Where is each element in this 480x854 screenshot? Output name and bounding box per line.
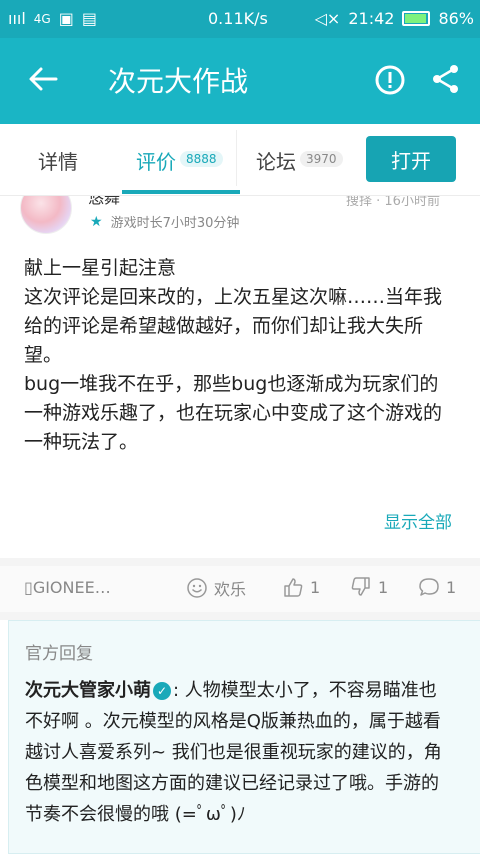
- open-button[interactable]: 打开: [366, 136, 456, 182]
- official-reply-label: 官方回复: [25, 644, 93, 664]
- star-icon: ★: [90, 213, 103, 230]
- comment-button[interactable]: 1: [418, 576, 456, 598]
- report-icon[interactable]: [374, 64, 406, 96]
- active-tab-indicator: [122, 190, 240, 194]
- page-title: 次元大作战: [108, 65, 249, 98]
- show-all-link[interactable]: 显示全部: [384, 508, 452, 533]
- smile-icon: [187, 578, 207, 598]
- sim-icon: ▤: [81, 9, 97, 28]
- image-icon: ▣: [58, 9, 74, 28]
- emotion-button[interactable]: 欢乐: [186, 576, 246, 600]
- verified-icon: ✓: [153, 682, 171, 700]
- like-button[interactable]: 1: [282, 576, 320, 598]
- back-arrow-icon[interactable]: [26, 62, 60, 96]
- comment-count: 1: [446, 577, 457, 597]
- official-reply: 官方回复 次元大管家小萌 ✓: 人物模型太小了，不容易瞄准也不好啊 。次元模型的风…: [8, 620, 480, 854]
- device-name: GIONEE…: [32, 578, 111, 597]
- tab-label: 详情: [38, 150, 78, 174]
- tab-reviews[interactable]: 评价 8888: [136, 146, 223, 175]
- divider: [0, 612, 480, 620]
- review-meta: 搜择 · 16小时前: [346, 196, 440, 209]
- battery-fill: [405, 14, 427, 23]
- review-line: 这次评论是回来改的，上次五星这次嘛……当年我给的评论是希望越做越好，而你们却让我…: [24, 286, 443, 366]
- battery-percent: 86%: [438, 9, 474, 28]
- official-reply-body: 次元大管家小萌 ✓: 人物模型太小了，不容易瞄准也不好啊 。次元模型的风格是Q版兼…: [25, 675, 451, 830]
- dislike-count: 1: [378, 577, 389, 597]
- tab-forum[interactable]: 论坛 3970: [256, 146, 343, 175]
- tab-bar: 详情 评价 8888 论坛 3970 打开: [0, 124, 480, 196]
- dislike-button[interactable]: 1: [350, 576, 388, 598]
- official-reply-text: : 人物模型太小了，不容易瞄准也不好啊 。次元模型的风格是Q版兼热血的，属于越看…: [25, 680, 442, 825]
- thumbs-up-icon: [284, 578, 303, 597]
- review-author[interactable]: 悠舞: [88, 196, 120, 208]
- share-icon[interactable]: [430, 63, 462, 95]
- battery-icon: [402, 11, 431, 26]
- review-actions: ▯GIONEE… 欢乐 1 1 1: [0, 566, 480, 612]
- official-name[interactable]: 次元大管家小萌: [25, 680, 151, 701]
- network-type: 4G: [33, 11, 51, 26]
- phone-icon: ▯: [24, 578, 33, 597]
- review-card: 悠舞 搜择 · 16小时前 ★ 游戏时长7小时30分钟 献上一星引起注意 这次评…: [0, 196, 480, 558]
- comment-icon: [419, 578, 439, 596]
- like-count: 1: [310, 577, 321, 597]
- review-line: bug一堆我不在乎，那些bug也逐渐成为玩家们的一种游戏乐趣了，也在玩家心中变成…: [24, 373, 443, 453]
- tab-divider: [236, 130, 237, 186]
- review-content: 献上一星引起注意 这次评论是回来改的，上次五星这次嘛……当年我给的评论是希望越做…: [24, 254, 456, 457]
- mute-icon: ◁×: [314, 9, 341, 28]
- signal-icon: ıııl: [8, 9, 26, 28]
- tab-label: 论坛: [256, 150, 296, 174]
- playtime: ★ 游戏时长7小时30分钟: [90, 212, 240, 232]
- review-line: 献上一星引起注意: [24, 257, 177, 279]
- playtime-text: 游戏时长7小时30分钟: [110, 216, 240, 231]
- tab-label: 评价: [136, 150, 176, 174]
- tab-count: 8888: [180, 151, 223, 167]
- app-bar: 次元大作战: [0, 38, 480, 124]
- tab-details[interactable]: 详情: [38, 146, 78, 175]
- status-bar: ıııl 4G ▣ ▤ 0.11K/s ◁× 21:42 86%: [0, 0, 480, 38]
- tab-count: 3970: [300, 151, 343, 167]
- avatar[interactable]: [20, 196, 72, 234]
- divider: [0, 558, 480, 566]
- emotion-label: 欢乐: [214, 580, 247, 599]
- network-speed: 0.11K/s: [208, 9, 268, 28]
- clock: 21:42: [348, 9, 395, 28]
- thumbs-down-icon: [351, 577, 370, 596]
- device-label: ▯GIONEE…: [24, 578, 111, 597]
